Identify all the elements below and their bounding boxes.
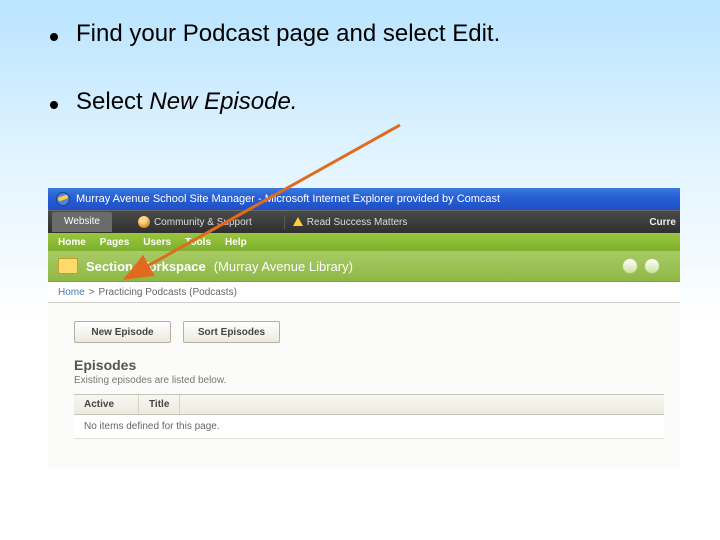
section-workspace-context: (Murray Avenue Library) — [214, 259, 353, 274]
episodes-table-header: Active Title — [74, 395, 664, 415]
workspace-circle-icon[interactable] — [622, 258, 638, 274]
toolbar-success[interactable]: Read Success Matters — [293, 217, 408, 228]
toolbar-community[interactable]: Community & Support — [138, 216, 252, 228]
toolbar-tab-website[interactable]: Website — [52, 212, 112, 232]
embedded-screenshot: Murray Avenue School Site Manager - Micr… — [48, 188, 680, 468]
toolbar-right-text: Curre — [649, 217, 676, 228]
button-row: New Episode Sort Episodes — [74, 321, 664, 343]
breadcrumb-home[interactable]: Home — [58, 287, 85, 298]
episodes-heading: Episodes — [74, 357, 664, 373]
workspace-circle-icon[interactable] — [644, 258, 660, 274]
bullet-dot-icon — [50, 101, 58, 109]
bullet-area: Find your Podcast page and select Edit. … — [0, 0, 720, 116]
bullet-1: Find your Podcast page and select Edit. — [50, 20, 680, 48]
window-titlebar: Murray Avenue School Site Manager - Micr… — [48, 188, 680, 210]
bullet-1-text: Find your Podcast page and select Edit. — [76, 20, 500, 48]
bullet-2-prefix: Select — [76, 88, 149, 115]
col-title[interactable]: Title — [139, 395, 180, 414]
new-episode-button[interactable]: New Episode — [74, 321, 171, 343]
nav-help[interactable]: Help — [225, 237, 247, 248]
star-icon — [293, 217, 303, 226]
slide: Find your Podcast page and select Edit. … — [0, 0, 720, 540]
episodes-subtext: Existing episodes are listed below. — [74, 375, 664, 386]
episodes-table: Active Title No items defined for this p… — [74, 394, 664, 439]
folder-icon — [58, 258, 78, 274]
nav-home[interactable]: Home — [58, 237, 86, 248]
ie-icon — [56, 192, 70, 206]
bullet-2-em: New Episode. — [149, 88, 297, 115]
nav-bar: Home Pages Users Tools Help — [48, 233, 680, 251]
content-area: New Episode Sort Episodes Episodes Exist… — [48, 303, 680, 468]
bullet-2-text: Select New Episode. — [76, 88, 297, 116]
breadcrumb-current: Practicing Podcasts (Podcasts) — [99, 287, 237, 298]
bullet-dot-icon — [50, 33, 58, 41]
sort-episodes-button[interactable]: Sort Episodes — [183, 321, 280, 343]
breadcrumb-sep: > — [89, 287, 95, 298]
toolbar-success-label: Read Success Matters — [307, 217, 408, 228]
toolbar-community-label: Community & Support — [154, 217, 252, 228]
section-workspace-label: Section Workspace — [86, 259, 206, 274]
people-icon — [138, 216, 150, 228]
episodes-empty-row: No items defined for this page. — [74, 415, 664, 438]
breadcrumb: Home > Practicing Podcasts (Podcasts) — [48, 282, 680, 303]
toolbar-divider — [284, 215, 285, 229]
nav-users[interactable]: Users — [143, 237, 171, 248]
nav-tools[interactable]: Tools — [185, 237, 211, 248]
section-workspace-bar: Section Workspace (Murray Avenue Library… — [48, 251, 680, 282]
bullet-2: Select New Episode. — [50, 88, 680, 116]
nav-pages[interactable]: Pages — [100, 237, 129, 248]
window-title: Murray Avenue School Site Manager - Micr… — [76, 193, 500, 205]
app-toolbar: Website Community & Support Read Success… — [48, 210, 680, 233]
col-active[interactable]: Active — [74, 395, 139, 414]
